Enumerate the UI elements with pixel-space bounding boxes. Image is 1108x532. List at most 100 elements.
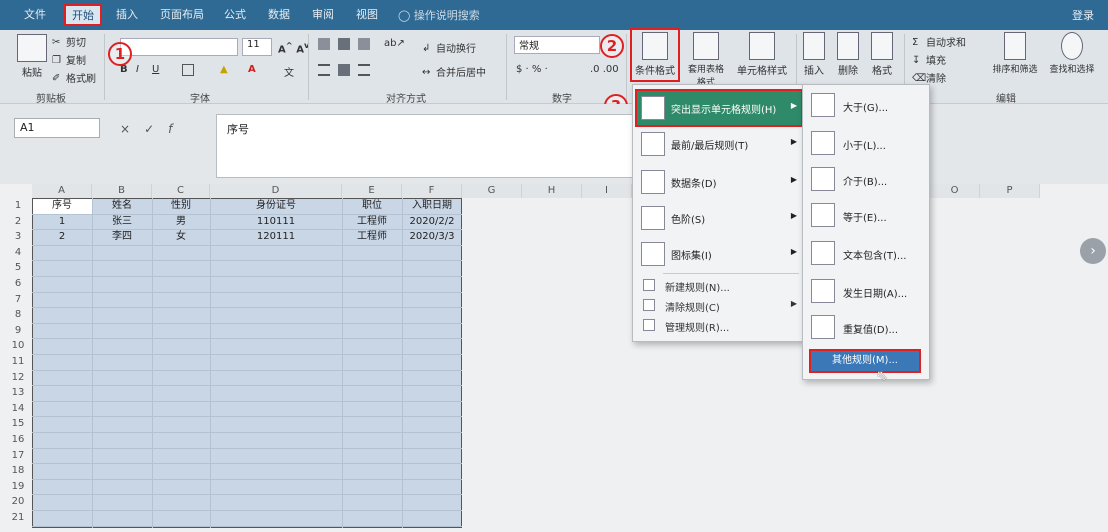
underline-button[interactable]: U <box>152 64 159 75</box>
submenu-between[interactable]: 介于(B)... <box>807 163 927 197</box>
grow-font-button[interactable]: A^ Av <box>278 40 309 55</box>
italic-button[interactable]: I <box>136 64 139 75</box>
header-cell[interactable]: 序号 <box>32 198 92 213</box>
row-header[interactable]: 16 <box>6 432 30 447</box>
tab-home[interactable]: 开始 <box>64 4 102 26</box>
format-cells-button[interactable]: 格式 <box>868 32 896 77</box>
cell-styles-button[interactable]: 单元格样式 <box>730 32 794 77</box>
row-header[interactable]: 14 <box>6 401 30 416</box>
row-header[interactable]: 8 <box>6 307 30 322</box>
fill-button[interactable]: ↧ 填充 <box>912 52 946 67</box>
align-top-button[interactable] <box>318 38 332 50</box>
tab-view[interactable]: 视图 <box>356 7 378 23</box>
row-header[interactable]: 3 <box>6 229 30 244</box>
row-header[interactable]: 18 <box>6 463 30 478</box>
column-header[interactable]: F <box>402 184 462 198</box>
submenu-text-contains[interactable]: 文本包含(T)... <box>807 237 927 271</box>
submenu-less-than[interactable]: 小于(L)... <box>807 127 927 161</box>
column-header[interactable]: O <box>930 184 980 198</box>
table-cell[interactable]: 男 <box>152 214 210 229</box>
menu-top-bottom-rules[interactable]: 最前/最后规则(T) ▶ <box>637 127 801 161</box>
header-cell[interactable]: 入职日期 <box>402 198 462 213</box>
formula-input[interactable]: 序号 <box>216 114 636 178</box>
fx-icon[interactable]: f <box>168 122 186 136</box>
find-select-button[interactable]: 查找和选择 <box>1044 32 1100 75</box>
submenu-duplicate-values[interactable]: 重复值(D)... <box>807 311 927 345</box>
header-cell[interactable]: 姓名 <box>92 198 152 213</box>
table-cell[interactable]: 张三 <box>92 214 152 229</box>
column-header[interactable]: A <box>32 184 92 198</box>
submenu-equal-to[interactable]: 等于(E)... <box>807 199 927 233</box>
align-right-button[interactable] <box>358 64 372 76</box>
row-header[interactable]: 10 <box>6 338 30 353</box>
tab-page-layout[interactable]: 页面布局 <box>160 7 204 23</box>
tab-file[interactable]: 文件 <box>24 7 46 23</box>
column-header[interactable]: C <box>152 184 210 198</box>
table-cell[interactable]: 2 <box>32 229 92 244</box>
tell-me-search[interactable]: ◯ 操作说明搜索 <box>398 7 480 23</box>
table-cell[interactable]: 工程师 <box>342 229 402 244</box>
table-cell[interactable]: 李四 <box>92 229 152 244</box>
check-icon[interactable]: ✓ <box>144 122 168 136</box>
row-header[interactable]: 12 <box>6 370 30 385</box>
format-as-table-button[interactable]: 套用表格格式 <box>684 32 728 88</box>
menu-icon-sets[interactable]: 图标集(I) ▶ <box>637 237 801 271</box>
align-left-button[interactable] <box>318 64 332 76</box>
align-middle-button[interactable] <box>338 38 352 50</box>
login-link[interactable]: 登录 <box>1072 7 1094 23</box>
table-cell[interactable]: 女 <box>152 229 210 244</box>
submenu-greater-than[interactable]: 大于(G)... <box>807 89 927 123</box>
column-header[interactable]: B <box>92 184 152 198</box>
clear-button[interactable]: ⌫清除 <box>912 70 946 85</box>
more-rules-button[interactable]: 其他规则(M)... <box>809 349 921 373</box>
header-cell[interactable]: 性别 <box>152 198 210 213</box>
tab-formulas[interactable]: 公式 <box>224 7 246 23</box>
format-painter-button[interactable]: ✐ 格式刷 <box>52 70 96 85</box>
column-header[interactable]: E <box>342 184 402 198</box>
cut-button[interactable]: ✂ 剪切 <box>52 34 86 49</box>
submenu-date-occurring[interactable]: 发生日期(A)... <box>807 275 927 309</box>
menu-new-rule[interactable]: 新建规则(N)... <box>637 277 801 295</box>
font-size-select[interactable]: 11 <box>242 38 272 56</box>
row-header[interactable]: 7 <box>6 292 30 307</box>
tab-data[interactable]: 数据 <box>268 7 290 23</box>
row-header[interactable]: 11 <box>6 354 30 369</box>
sort-filter-button[interactable]: 排序和筛选 <box>988 32 1042 75</box>
row-header[interactable]: 19 <box>6 479 30 494</box>
menu-clear-rules[interactable]: 清除规则(C) ▶ <box>637 297 801 315</box>
row-header[interactable]: 17 <box>6 448 30 463</box>
align-bottom-button[interactable] <box>358 38 372 50</box>
row-header[interactable]: 21 <box>6 510 30 525</box>
column-header[interactable]: I <box>582 184 632 198</box>
row-header[interactable]: 1 <box>6 198 30 213</box>
name-box[interactable]: A1 <box>14 118 100 138</box>
currency-button[interactable]: $ · % · <box>516 64 548 75</box>
row-header[interactable]: 4 <box>6 245 30 260</box>
table-cell[interactable]: 工程师 <box>342 214 402 229</box>
column-header[interactable]: P <box>980 184 1040 198</box>
table-cell[interactable]: 1 <box>32 214 92 229</box>
column-header[interactable]: G <box>462 184 522 198</box>
fill-color-button[interactable]: ▲ <box>220 64 228 75</box>
autosum-button[interactable]: Σ 自动求和 <box>912 34 966 49</box>
insert-cells-button[interactable]: 插入 <box>800 32 828 77</box>
copy-button[interactable]: ❐ 复制 <box>52 52 86 67</box>
orientation-button[interactable]: ab↗ <box>384 38 405 49</box>
number-format-select[interactable]: 常规 <box>514 36 600 54</box>
row-header[interactable]: 9 <box>6 323 30 338</box>
phonetic-button[interactable]: 文 <box>284 64 294 79</box>
row-header[interactable]: 2 <box>6 214 30 229</box>
cancel-icon[interactable]: × <box>120 122 144 136</box>
menu-data-bars[interactable]: 数据条(D) ▶ <box>637 165 801 199</box>
menu-highlight-cells-rules[interactable]: 突出显示单元格规则(H) ▶ <box>635 89 803 127</box>
row-header[interactable]: 5 <box>6 260 30 275</box>
column-header[interactable]: H <box>522 184 582 198</box>
font-color-button[interactable]: A <box>248 64 256 75</box>
row-header[interactable]: 15 <box>6 416 30 431</box>
border-button[interactable] <box>182 64 196 76</box>
delete-cells-button[interactable]: 删除 <box>834 32 862 77</box>
font-name-select[interactable] <box>120 38 238 56</box>
paste-button[interactable]: 粘贴 <box>14 34 50 79</box>
tab-insert[interactable]: 插入 <box>116 7 138 23</box>
row-header[interactable]: 6 <box>6 276 30 291</box>
